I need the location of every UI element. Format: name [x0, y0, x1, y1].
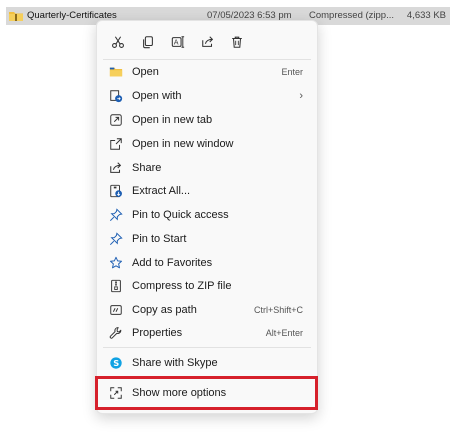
shortcut-text: Ctrl+Shift+C: [253, 305, 303, 315]
file-size: 4,633 KB: [406, 10, 446, 21]
pin-icon: [109, 208, 123, 222]
star-icon: [109, 256, 123, 270]
scissors-icon[interactable]: [107, 31, 129, 53]
new-tab-icon: [109, 113, 123, 127]
highlight-box: [95, 376, 318, 410]
open-with-icon: [109, 89, 123, 103]
menu-item-label: Add to Favorites: [132, 257, 213, 269]
menu-item-share-skype[interactable]: S Share with Skype: [101, 352, 313, 374]
menu-item-label: Open: [132, 66, 159, 78]
menu-item-open-with[interactable]: Open with ›: [101, 85, 313, 107]
separator: [103, 59, 311, 60]
quick-actions-bar: A: [97, 29, 317, 55]
share-icon[interactable]: [197, 31, 219, 53]
copy-icon[interactable]: [137, 31, 159, 53]
menu-item-label: Share with Skype: [132, 357, 218, 369]
file-type: Compressed (zipp...: [309, 10, 395, 21]
menu-item-add-favorites[interactable]: Add to Favorites: [101, 252, 313, 274]
context-menu: A Open Enter Open with › Open in new tab: [96, 20, 318, 414]
new-window-icon: [109, 137, 123, 151]
menu-item-label: Open in new window: [132, 138, 234, 150]
menu-item-label: Share: [132, 162, 162, 174]
share-icon: [109, 161, 123, 175]
svg-text:S: S: [113, 358, 119, 368]
menu-item-label: Pin to Start: [132, 233, 187, 245]
menu-item-label: Compress to ZIP file: [132, 280, 232, 292]
menu-item-label: Open in new tab: [132, 114, 213, 126]
menu-item-copy-path[interactable]: Copy as path Ctrl+Shift+C: [101, 299, 313, 321]
shortcut-text: Alt+Enter: [265, 328, 303, 338]
menu-item-open-new-window[interactable]: Open in new window: [101, 133, 313, 155]
chevron-right-icon: ›: [299, 90, 303, 102]
separator: [103, 347, 311, 348]
menu-item-label: Extract All...: [132, 185, 191, 197]
menu-item-share[interactable]: Share: [101, 157, 313, 179]
menu-item-compress-zip[interactable]: Compress to ZIP file: [101, 275, 313, 297]
menu-item-properties[interactable]: Properties Alt+Enter: [101, 322, 313, 344]
menu-item-label: Properties: [132, 327, 183, 339]
zip-icon: [109, 279, 123, 293]
pin-icon: [109, 232, 123, 246]
trash-icon[interactable]: [226, 31, 248, 53]
folder-open-icon: [109, 65, 123, 79]
menu-item-label: Pin to Quick access: [132, 209, 229, 221]
menu-item-label: Copy as path: [132, 304, 197, 316]
menu-item-open[interactable]: Open Enter: [101, 61, 313, 83]
menu-item-pin-quick-access[interactable]: Pin to Quick access: [101, 204, 313, 226]
menu-item-extract-all[interactable]: Extract All...: [101, 180, 313, 202]
wrench-icon: [109, 326, 123, 340]
skype-icon: S: [109, 356, 123, 370]
menu-item-label: Open with: [132, 90, 182, 102]
menu-item-pin-start[interactable]: Pin to Start: [101, 228, 313, 250]
svg-text:A: A: [174, 39, 179, 47]
zip-folder-icon: [9, 11, 23, 21]
copy-path-icon: [109, 303, 123, 317]
extract-icon: [109, 184, 123, 198]
rename-icon[interactable]: A: [167, 31, 189, 53]
shortcut-text: Enter: [281, 67, 303, 77]
menu-item-open-new-tab[interactable]: Open in new tab: [101, 109, 313, 131]
